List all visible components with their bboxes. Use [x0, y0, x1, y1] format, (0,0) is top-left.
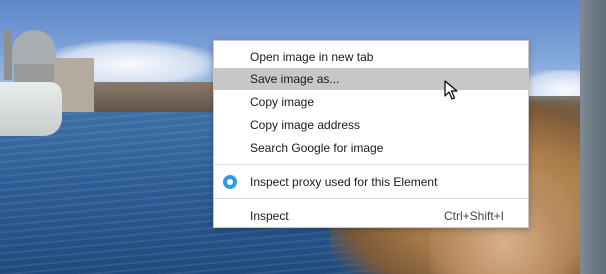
menu-item-label: Inspect: [250, 209, 289, 223]
menu-item-label: Open image in new tab: [250, 50, 374, 64]
menu-item-label: Inspect proxy used for this Element: [250, 175, 438, 189]
menu-item-search-google-for-image[interactable]: Search Google for image: [214, 137, 528, 159]
menu-item-save-image-as[interactable]: Save image as...: [214, 68, 528, 90]
menu-item-label: Save image as...: [250, 72, 340, 86]
boat: [0, 82, 62, 136]
menu-separator: [214, 198, 528, 199]
mouse-pointer-icon: [444, 80, 458, 100]
pole: [580, 0, 606, 274]
menu-item-inspect[interactable]: Inspect Ctrl+Shift+I: [214, 205, 528, 227]
menu-item-copy-image[interactable]: Copy image: [214, 91, 528, 113]
radio-icon: [223, 175, 237, 189]
menu-item-open-image-new-tab[interactable]: Open image in new tab: [214, 46, 528, 68]
menu-item-shortcut: Ctrl+Shift+I: [443, 209, 504, 223]
tower: [4, 30, 12, 80]
menu-item-label: Search Google for image: [250, 141, 384, 155]
context-menu: Open image in new tab Save image as... C…: [213, 40, 529, 228]
menu-item-label: Copy image address: [250, 118, 361, 132]
menu-separator: [214, 164, 528, 165]
menu-item-inspect-proxy[interactable]: Inspect proxy used for this Element: [214, 171, 528, 193]
menu-item-label: Copy image: [250, 95, 315, 109]
menu-item-copy-image-address[interactable]: Copy image address: [214, 114, 528, 136]
